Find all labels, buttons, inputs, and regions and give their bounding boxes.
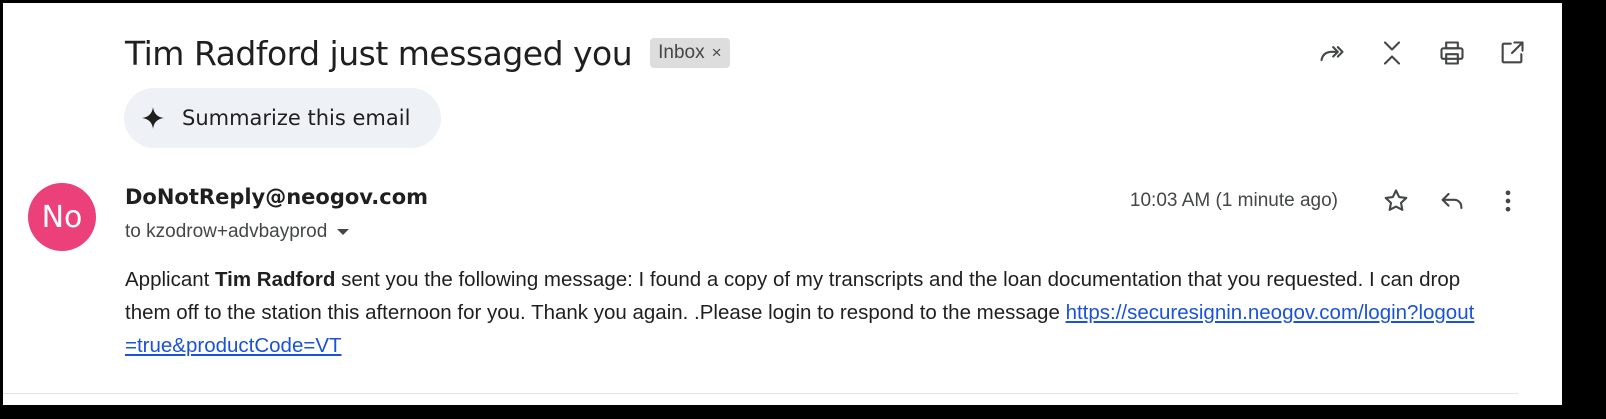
recipients-text: to kzodrow+advbayprod (125, 221, 328, 242)
sparkle-icon (142, 107, 164, 129)
thread-actions (1312, 33, 1532, 73)
sender-avatar[interactable]: No (28, 183, 96, 251)
more-options-icon[interactable] (1488, 181, 1528, 221)
applicant-name: Tim Radford (215, 268, 336, 291)
forward-all-icon[interactable] (1312, 33, 1352, 73)
star-icon[interactable] (1376, 181, 1416, 221)
show-details-dropdown-icon[interactable] (337, 229, 350, 235)
avatar-initials: No (41, 199, 83, 235)
collapse-all-icon[interactable] (1372, 33, 1412, 73)
email-subject: Tim Radford just messaged you (125, 33, 633, 73)
summarize-email-button[interactable]: Summarize this email (124, 88, 441, 148)
print-icon[interactable] (1432, 33, 1472, 73)
summarize-label: Summarize this email (182, 106, 411, 130)
email-body: Applicant Tim Radford sent you the follo… (125, 263, 1485, 362)
recipients-row: to kzodrow+advbayprod (125, 221, 350, 243)
sender-email[interactable]: DoNotReply@neogov.com (125, 185, 428, 209)
email-view: Tim Radford just messaged you Inbox × Su… (3, 3, 1562, 405)
message-divider (3, 393, 1518, 394)
inbox-label-chip[interactable]: Inbox × (650, 38, 730, 68)
label-chip-text: Inbox (658, 42, 705, 63)
subject-row: Tim Radford just messaged you Inbox × (125, 27, 730, 79)
message-timestamp: 10:03 AM (1 minute ago) (1129, 190, 1338, 211)
body-prefix: Applicant (125, 268, 216, 291)
reply-icon[interactable] (1432, 181, 1472, 221)
open-in-new-window-icon[interactable] (1492, 33, 1532, 73)
message-meta: 10:03 AM (1 minute ago) (1130, 181, 1528, 221)
remove-label-icon[interactable]: × (712, 43, 722, 63)
